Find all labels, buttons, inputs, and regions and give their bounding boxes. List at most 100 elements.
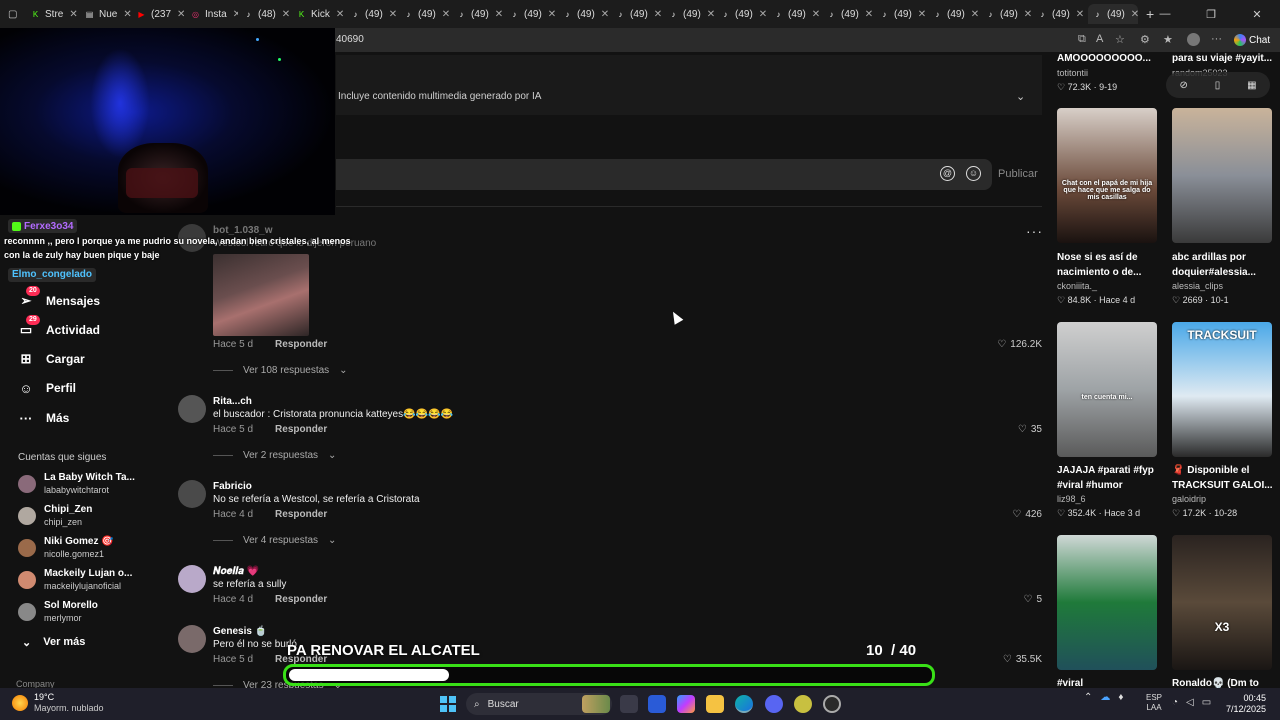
comment-image[interactable]	[213, 254, 309, 336]
sidebar-item-cargar[interactable]: ⊞ Cargar	[18, 349, 85, 369]
minimize-icon[interactable]: —	[1142, 8, 1188, 20]
chevron-down-icon[interactable]: ⌄	[1016, 90, 1025, 103]
tab-close-icon[interactable]: ✕	[1076, 9, 1084, 20]
avatar[interactable]	[178, 625, 206, 653]
like-button[interactable]: ♡ 35	[1018, 424, 1042, 435]
video-title[interactable]: abc ardillas por doquier#alessia...	[1172, 250, 1280, 280]
video-author[interactable]: liz98_6	[1057, 494, 1086, 504]
sidebar-item-más[interactable]: ··· Más	[18, 408, 70, 428]
tab-close-icon[interactable]: ✕	[971, 9, 979, 20]
discord-icon[interactable]	[765, 695, 783, 713]
sidebar-item-actividad[interactable]: ▭ 29 Actividad	[18, 315, 100, 340]
browser-tab[interactable]: ♪ (49) ✕	[562, 4, 610, 24]
ai-notice-row[interactable]	[336, 55, 1042, 115]
video-author[interactable]: ckoniiita._	[1057, 281, 1097, 291]
language-indicator[interactable]: ESP LAA	[1146, 693, 1162, 713]
tab-close-icon[interactable]: ✕	[759, 9, 767, 20]
browser-tab[interactable]: ♪ (49) ✕	[720, 4, 768, 24]
publish-button[interactable]: Publicar	[998, 168, 1038, 180]
search-highlight-icon[interactable]	[582, 695, 610, 713]
emoji-icon[interactable]: ☺	[966, 166, 981, 181]
browser-tab[interactable]: ♪ (49) ✕	[1037, 4, 1085, 24]
video-author[interactable]: galoidrip	[1172, 494, 1206, 504]
video-thumbnail[interactable]	[1057, 535, 1157, 670]
browser-tab[interactable]: K Stre ✕	[30, 4, 78, 24]
browser-tab[interactable]: ♪ (49) ✕	[826, 4, 874, 24]
store-icon[interactable]	[648, 695, 666, 713]
comment-author[interactable]: 𝑵𝒐𝒆𝒍𝒊𝒂 💗	[213, 566, 259, 577]
reply-button[interactable]: Responder	[275, 594, 327, 605]
like-button[interactable]: ♡ 5	[1023, 594, 1042, 605]
browser-tab[interactable]: K Kick ✕	[296, 4, 344, 24]
favorites-icon[interactable]: ★	[1163, 33, 1173, 46]
tab-close-icon[interactable]: ✕	[123, 9, 131, 20]
comment-author[interactable]: Genesis 🍵	[213, 626, 267, 637]
tab-close-icon[interactable]: ✕	[177, 9, 184, 20]
browser-tab[interactable]: ♪ (49) ✕	[456, 4, 504, 24]
browser-tab[interactable]: ♪ (49) ✕	[668, 4, 716, 24]
tab-close-icon[interactable]: ✕	[495, 9, 503, 20]
windows-start-icon[interactable]	[440, 696, 456, 712]
like-button[interactable]: ♡ 426	[1012, 509, 1042, 520]
cloud-icon[interactable]: ☁	[1100, 692, 1110, 703]
tab-close-icon[interactable]: ✕	[1131, 9, 1138, 20]
video-thumbnail[interactable]: ten cuenta mi...	[1057, 322, 1157, 457]
tab-close-icon[interactable]: ✕	[1024, 9, 1032, 20]
browser-tab[interactable]: ▤ Nue ✕	[84, 4, 132, 24]
tab-close-icon[interactable]: ✕	[548, 9, 556, 20]
video-thumbnail[interactable]: X3	[1172, 535, 1272, 670]
see-more-button[interactable]: ⌄ Ver más	[22, 636, 85, 649]
view-replies-button[interactable]: Ver 4 respuestas ⌄	[213, 535, 336, 546]
chevron-up-icon[interactable]: ⌃	[1084, 692, 1092, 703]
video-thumbnail[interactable]	[1172, 108, 1272, 243]
profile-avatar[interactable]	[1187, 33, 1200, 46]
video-author[interactable]: alessia_clips	[1172, 281, 1223, 291]
url-text[interactable]: 40690	[336, 34, 364, 45]
tab-close-icon[interactable]: ✕	[389, 9, 397, 20]
qr-icon[interactable]: ▦	[1247, 80, 1256, 91]
copilot-app-icon[interactable]	[677, 695, 695, 713]
tab-close-icon[interactable]: ✕	[69, 9, 77, 20]
avatar[interactable]	[178, 565, 206, 593]
tab-close-icon[interactable]: ✕	[233, 9, 238, 20]
video-thumbnail[interactable]: Chat con el papá de mi hija que hace que…	[1057, 108, 1157, 243]
reply-button[interactable]: Responder	[275, 339, 327, 350]
comment-author[interactable]: Rita...ch	[213, 396, 252, 407]
tab-close-icon[interactable]: ✕	[442, 9, 450, 20]
file-explorer-icon[interactable]	[706, 695, 724, 713]
clock[interactable]: 00:45 7/12/2025	[1218, 693, 1266, 715]
following-item[interactable]: La Baby Witch Ta... lababywitchtarot	[18, 470, 135, 498]
browser-tab[interactable]: ♪ (49) ✕	[350, 4, 398, 24]
video-author[interactable]: totitontii	[1057, 68, 1088, 78]
following-item[interactable]: Mackeily Lujan o... mackeilylujanoficial	[18, 566, 132, 594]
browser-tab[interactable]: ♪ (49) ✕	[932, 4, 980, 24]
extensions-icon[interactable]: ⚙	[1140, 33, 1150, 46]
maximize-icon[interactable]: ❐	[1188, 8, 1234, 21]
sidebar-item-mensajes[interactable]: ➢ 20 Mensajes	[18, 286, 100, 311]
mic-icon[interactable]: ♦	[1118, 692, 1123, 703]
sidebar-item-perfil[interactable]: ☺ Perfil	[18, 378, 76, 398]
video-thumbnail[interactable]: TRACKSUIT	[1172, 322, 1272, 457]
view-replies-button[interactable]: Ver 108 respuestas ⌄	[213, 365, 348, 376]
video-title[interactable]: 🧣 Disponible el TRACKSUIT GALOI...	[1172, 463, 1280, 493]
view-replies-button[interactable]: Ver 2 respuestas ⌄	[213, 450, 336, 461]
browser-tab[interactable]: ♪ (49) ✕	[509, 4, 557, 24]
video-title[interactable]: para su viaje #yayit...	[1172, 51, 1280, 66]
link-icon[interactable]: ⊘	[1179, 80, 1187, 91]
menu-dots-icon[interactable]: ···	[1211, 33, 1222, 45]
app-icon[interactable]	[794, 695, 812, 713]
browser-tab[interactable]: ♪ (49) ✕	[879, 4, 927, 24]
sidebar-toggle-icon[interactable]: ▢	[8, 4, 22, 24]
reply-button[interactable]: Responder	[275, 424, 327, 435]
avatar[interactable]	[178, 395, 206, 423]
tab-close-icon[interactable]: ✕	[865, 9, 873, 20]
translate-icon[interactable]: A	[1096, 33, 1103, 45]
weather-widget[interactable]: 19°C Mayorm. nublado	[12, 692, 104, 714]
browser-tab[interactable]: ♪ (49) ✕	[1088, 4, 1138, 24]
video-title[interactable]: JAJAJA #parati #fyp #viral #humor	[1057, 463, 1167, 493]
like-button[interactable]: ♡ 126.2K	[997, 339, 1042, 350]
obs-icon[interactable]	[823, 695, 841, 713]
browser-tab[interactable]: ♪ (49) ✕	[615, 4, 663, 24]
video-title[interactable]: Nose si es así de nacimiento o de...	[1057, 250, 1167, 280]
following-item[interactable]: Niki Gomez 🎯 nicolle.gomez1	[18, 534, 114, 562]
